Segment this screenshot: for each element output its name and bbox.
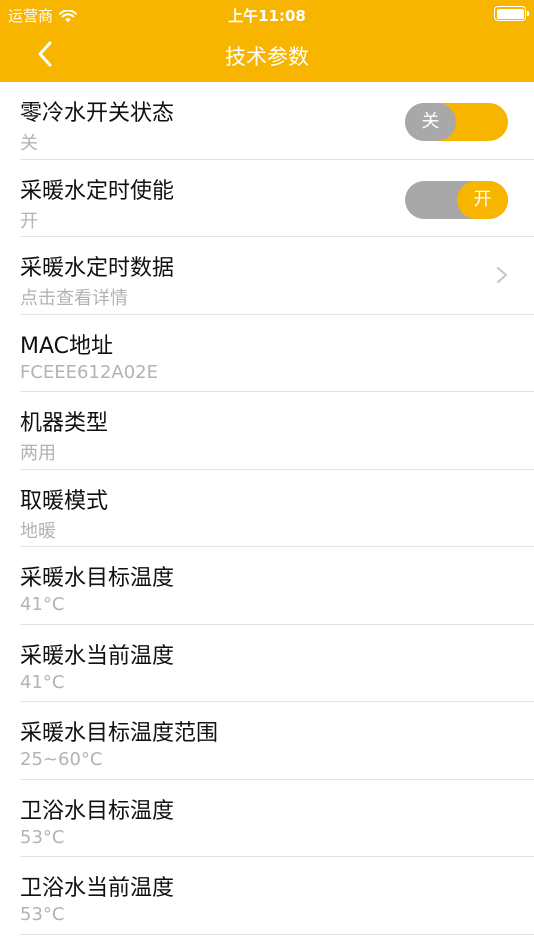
row-heating-target-temp: 采暖水目标温度 41°C	[0, 547, 534, 625]
row-mac-address: MAC地址 FCEEE612A02E	[0, 315, 534, 393]
row-label: 取暖模式	[20, 488, 109, 514]
row-value: 53°C	[20, 826, 65, 848]
row-bath-target-temp: 卫浴水目标温度 53°C	[0, 780, 534, 858]
top-bar: 运营商 上午11:08 技术参数	[0, 0, 534, 82]
row-heating-current-temp: 采暖水当前温度 41°C	[0, 625, 534, 703]
battery-nub	[527, 11, 529, 16]
row-value: 41°C	[20, 594, 65, 615]
row-value: 点击查看详情	[20, 288, 128, 309]
row-label: 采暖水目标温度	[20, 566, 175, 591]
row-machine-type: 机器类型 两用	[0, 392, 534, 470]
toggle-knob: 开	[457, 180, 508, 219]
row-heating-target-range: 采暖水目标温度范围 25~60°C	[0, 702, 534, 780]
row-label: 采暖水目标温度范围	[20, 721, 219, 746]
row-label: 采暖水定时使能	[20, 178, 175, 204]
row-label: 采暖水当前温度	[20, 643, 175, 669]
row-cold-water-switch: 零冷水开关状态 关 关	[0, 82, 534, 160]
heating-timer-toggle[interactable]: 开	[405, 180, 508, 219]
row-value: 开	[20, 210, 38, 232]
row-value: 53°C	[20, 904, 65, 925]
nav-bar: 技术参数	[0, 28, 534, 82]
row-label: MAC地址	[20, 333, 114, 359]
parameter-list: 零冷水开关状态 关 关 采暖水定时使能 开 开 采暖水定时数据 点击查看详情 M…	[0, 82, 534, 935]
toggle-knob: 关	[405, 103, 456, 141]
status-time: 上午11:08	[228, 7, 306, 25]
status-bar: 运营商 上午11:08	[0, 0, 534, 28]
row-heating-timer-enable: 采暖水定时使能 开 开	[0, 160, 534, 238]
row-heating-mode: 取暖模式 地暖	[0, 470, 534, 548]
row-value: FCEEE612A02E	[20, 361, 158, 383]
cold-water-toggle[interactable]: 关	[405, 103, 508, 141]
row-label: 采暖水定时数据	[20, 256, 175, 281]
chevron-right-icon	[497, 267, 507, 283]
row-value: 两用	[20, 443, 56, 464]
battery-icon	[494, 6, 529, 21]
row-label: 机器类型	[20, 411, 109, 436]
battery-fill	[496, 8, 524, 19]
row-value: 地暖	[20, 520, 56, 542]
row-value: 41°C	[20, 671, 65, 693]
row-label: 卫浴水当前温度	[20, 876, 175, 901]
row-heating-timer-data[interactable]: 采暖水定时数据 点击查看详情	[0, 237, 534, 315]
row-label: 零冷水开关状态	[20, 101, 175, 126]
row-label: 卫浴水目标温度	[20, 798, 175, 824]
page-title: 技术参数	[225, 45, 309, 69]
row-value: 关	[20, 133, 38, 154]
row-bath-current-temp: 卫浴水当前温度 53°C	[0, 857, 534, 935]
row-value: 25~60°C	[20, 749, 103, 770]
